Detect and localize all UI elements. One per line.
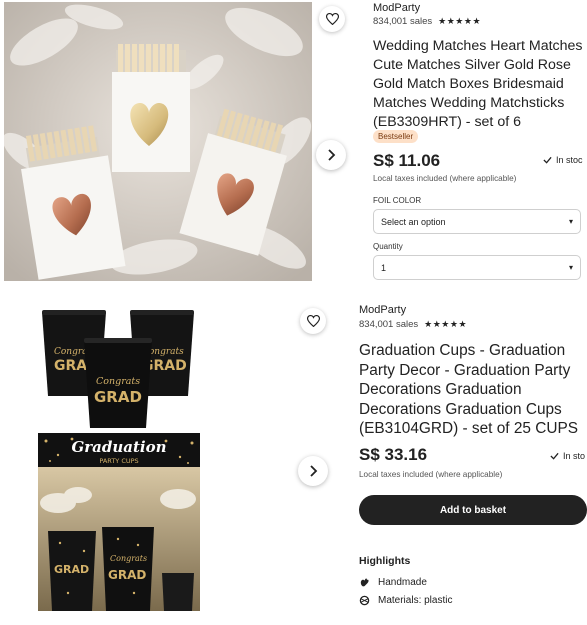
shop-name[interactable]: ModParty	[373, 2, 420, 14]
cup-text-grad: GRAD	[108, 568, 146, 582]
highlight-materials: Materials: plastic	[359, 595, 452, 606]
price: S$ 11.06	[373, 151, 441, 170]
next-image-button[interactable]	[298, 456, 328, 486]
cups-package-photo: Graduation PARTY CUPS GRAD Congrats GRAD	[38, 433, 200, 611]
star-rating: ★★★★★	[424, 319, 468, 329]
chevron-right-icon	[310, 465, 318, 477]
price: S$ 33.16	[359, 445, 428, 464]
banner-title: Graduation	[71, 438, 166, 456]
highlight-label: Handmade	[378, 577, 427, 588]
heart-icon	[325, 13, 339, 25]
favorite-button[interactable]	[319, 6, 345, 32]
foil-color-value: Select an option	[381, 216, 446, 227]
stock-status: In sto	[550, 451, 585, 461]
listing-graduation-cups: Congrats GRAD Congrats GRAD Congrats GRA…	[0, 296, 587, 625]
stock-status: In stoc	[543, 155, 583, 165]
cup-text-grad: GRAD	[54, 563, 89, 576]
stock-label: In stoc	[556, 155, 583, 165]
matches-product-image[interactable]	[4, 2, 312, 281]
chevron-down-icon: ▾	[568, 263, 573, 272]
cup-text-congrats: Congrats	[110, 554, 147, 563]
stock-label: In sto	[563, 451, 586, 461]
quantity-select[interactable]: 1 ▾	[373, 255, 581, 280]
cup-text-congrats: Congrats	[96, 376, 140, 387]
chevron-right-icon	[328, 149, 336, 161]
matches-photo	[4, 2, 312, 281]
bestseller-badge: Bestseller	[373, 130, 419, 143]
listing-title: Wedding Matches Heart Matches Cute Match…	[373, 38, 583, 130]
add-to-basket-button[interactable]: Add to basket	[359, 495, 587, 525]
quantity-label: Quantity	[373, 242, 403, 251]
heart-icon	[306, 315, 320, 327]
cups-package-image[interactable]: Graduation PARTY CUPS GRAD Congrats GRAD	[38, 433, 200, 611]
next-image-button[interactable]	[316, 140, 346, 170]
cups-product-image[interactable]: Congrats GRAD Congrats GRAD Congrats GRA…	[36, 304, 202, 430]
banner-subtitle: PARTY CUPS	[99, 457, 138, 465]
tax-note: Local taxes included (where applicable)	[359, 470, 503, 479]
sales-row: 834,001 sales ★★★★★	[373, 16, 481, 27]
sales-count: 834,001 sales	[373, 16, 433, 27]
chevron-down-icon: ▾	[568, 217, 573, 226]
favorite-button[interactable]	[300, 308, 326, 334]
sales-count: 834,001 sales	[359, 319, 419, 330]
foil-color-label: FOIL COLOR	[373, 196, 422, 205]
check-icon	[543, 156, 552, 164]
highlights-title: Highlights	[359, 555, 411, 567]
shop-name[interactable]: ModParty	[359, 304, 406, 316]
check-icon	[550, 452, 559, 460]
listing-title: Graduation Cups - Graduation Party Decor…	[359, 342, 578, 437]
quantity-value: 1	[381, 262, 387, 273]
foil-color-select[interactable]: Select an option ▾	[373, 209, 581, 234]
cup-text-grad: GRAD	[94, 388, 142, 406]
hand-icon	[360, 578, 369, 587]
tax-note: Local taxes included (where applicable)	[373, 174, 517, 183]
sales-row: 834,001 sales ★★★★★	[359, 319, 467, 330]
highlight-handmade: Handmade	[359, 577, 427, 588]
materials-icon	[359, 595, 370, 606]
listing-matches: ModParty 834,001 sales ★★★★★ Wedding Mat…	[0, 0, 587, 286]
cups-photo: Congrats GRAD Congrats GRAD Congrats GRA…	[36, 304, 202, 430]
highlight-label: Materials: plastic	[378, 595, 453, 606]
star-rating: ★★★★★	[438, 16, 482, 26]
